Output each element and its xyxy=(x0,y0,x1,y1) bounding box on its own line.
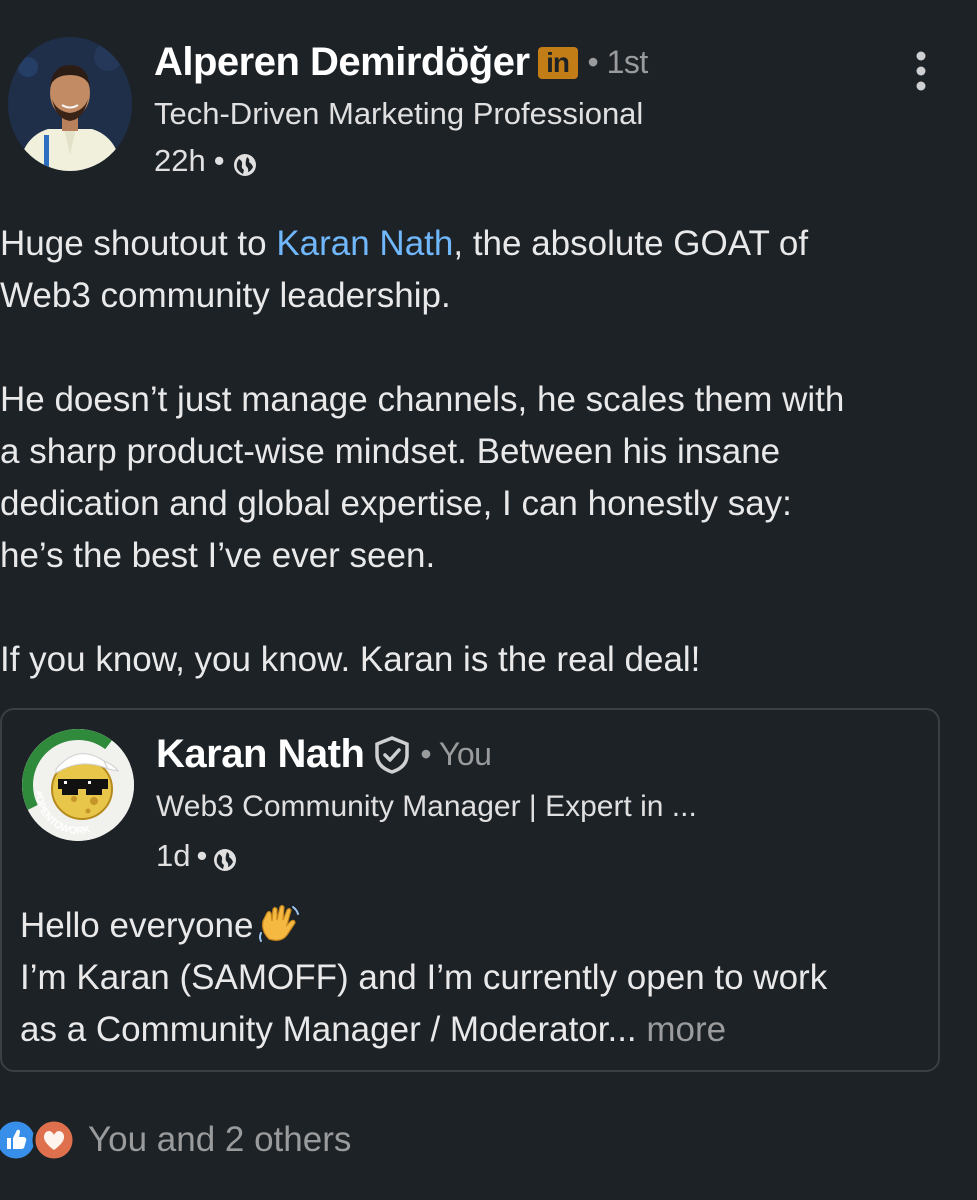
author-name[interactable]: Alperen Demirdöğer in • 1st xyxy=(154,40,648,85)
body-line: dedication and global expertise, I can h… xyxy=(0,484,792,523)
shared-body-line: as a Community Manager / Moderator... mo… xyxy=(20,1004,920,1056)
body-line: Huge shoutout to Karan Nath, the absolut… xyxy=(0,218,960,270)
post-meta: 22h • xyxy=(154,143,257,179)
shared-author-name-text[interactable]: Karan Nath xyxy=(156,732,365,777)
reaction-count-text[interactable]: You and 2 others xyxy=(88,1120,351,1160)
body-line: If you know, you know. Karan is the real… xyxy=(0,640,701,679)
post-body: Huge shoutout to Karan Nath, the absolut… xyxy=(0,218,960,686)
shared-author-relation: • You xyxy=(420,736,492,772)
waving-hand-icon xyxy=(257,903,301,945)
body-line: a sharp product-wise mindset. Between hi… xyxy=(0,432,781,471)
shared-post-meta: 1d • xyxy=(156,838,237,874)
body-line: He doesn’t just manage channels, he scal… xyxy=(0,380,845,419)
author-name-text[interactable]: Alperen Demirdöğer xyxy=(154,40,530,85)
shared-post-time: 1d xyxy=(156,838,191,873)
body-text: , the absolute GOAT of xyxy=(453,224,809,263)
meta-separator: • xyxy=(196,838,208,873)
reaction-icons xyxy=(0,1118,80,1162)
shared-body-text: as a Community Manager / Moderator... xyxy=(20,1010,637,1049)
shared-author-headline: Web3 Community Manager | Expert in ... xyxy=(156,790,697,823)
mention-link[interactable]: Karan Nath xyxy=(276,224,453,263)
verified-shield-icon xyxy=(375,735,410,774)
shared-post-card[interactable]: #OPENTOWORK Karan Nath • You Web3 Commun… xyxy=(0,708,940,1072)
shared-post-body: Hello everyone I’m Karan (SAMOFF) and I’… xyxy=(20,900,920,1056)
linkedin-premium-icon: in xyxy=(537,46,578,79)
reactions-summary[interactable]: You and 2 others xyxy=(0,1116,351,1164)
shared-body-text: Hello everyone xyxy=(20,906,254,945)
body-line: Web3 community leadership. xyxy=(0,276,451,315)
author-avatar[interactable] xyxy=(8,37,132,171)
shared-author-name[interactable]: Karan Nath • You xyxy=(156,732,492,777)
meta-separator: • xyxy=(213,143,225,178)
body-line: he’s the best I’ve ever seen. xyxy=(0,536,436,575)
author-headline: Tech-Driven Marketing Professional xyxy=(154,96,644,131)
connection-degree: • 1st xyxy=(587,44,649,80)
globe-icon xyxy=(233,149,257,176)
post-time: 22h xyxy=(154,143,206,178)
shared-body-line: I’m Karan (SAMOFF) and I’m currently ope… xyxy=(20,958,828,997)
body-text: Huge shoutout to xyxy=(0,224,277,263)
more-options-icon[interactable] xyxy=(910,50,932,92)
shared-body-line: Hello everyone xyxy=(20,900,920,952)
linkedin-post: Alperen Demirdöğer in • 1st Tech-Driven … xyxy=(0,0,977,1200)
see-more-link[interactable]: more xyxy=(637,1010,726,1049)
love-icon xyxy=(32,1118,76,1162)
globe-icon xyxy=(213,844,237,871)
shared-author-avatar[interactable]: #OPENTOWORK xyxy=(22,729,134,841)
